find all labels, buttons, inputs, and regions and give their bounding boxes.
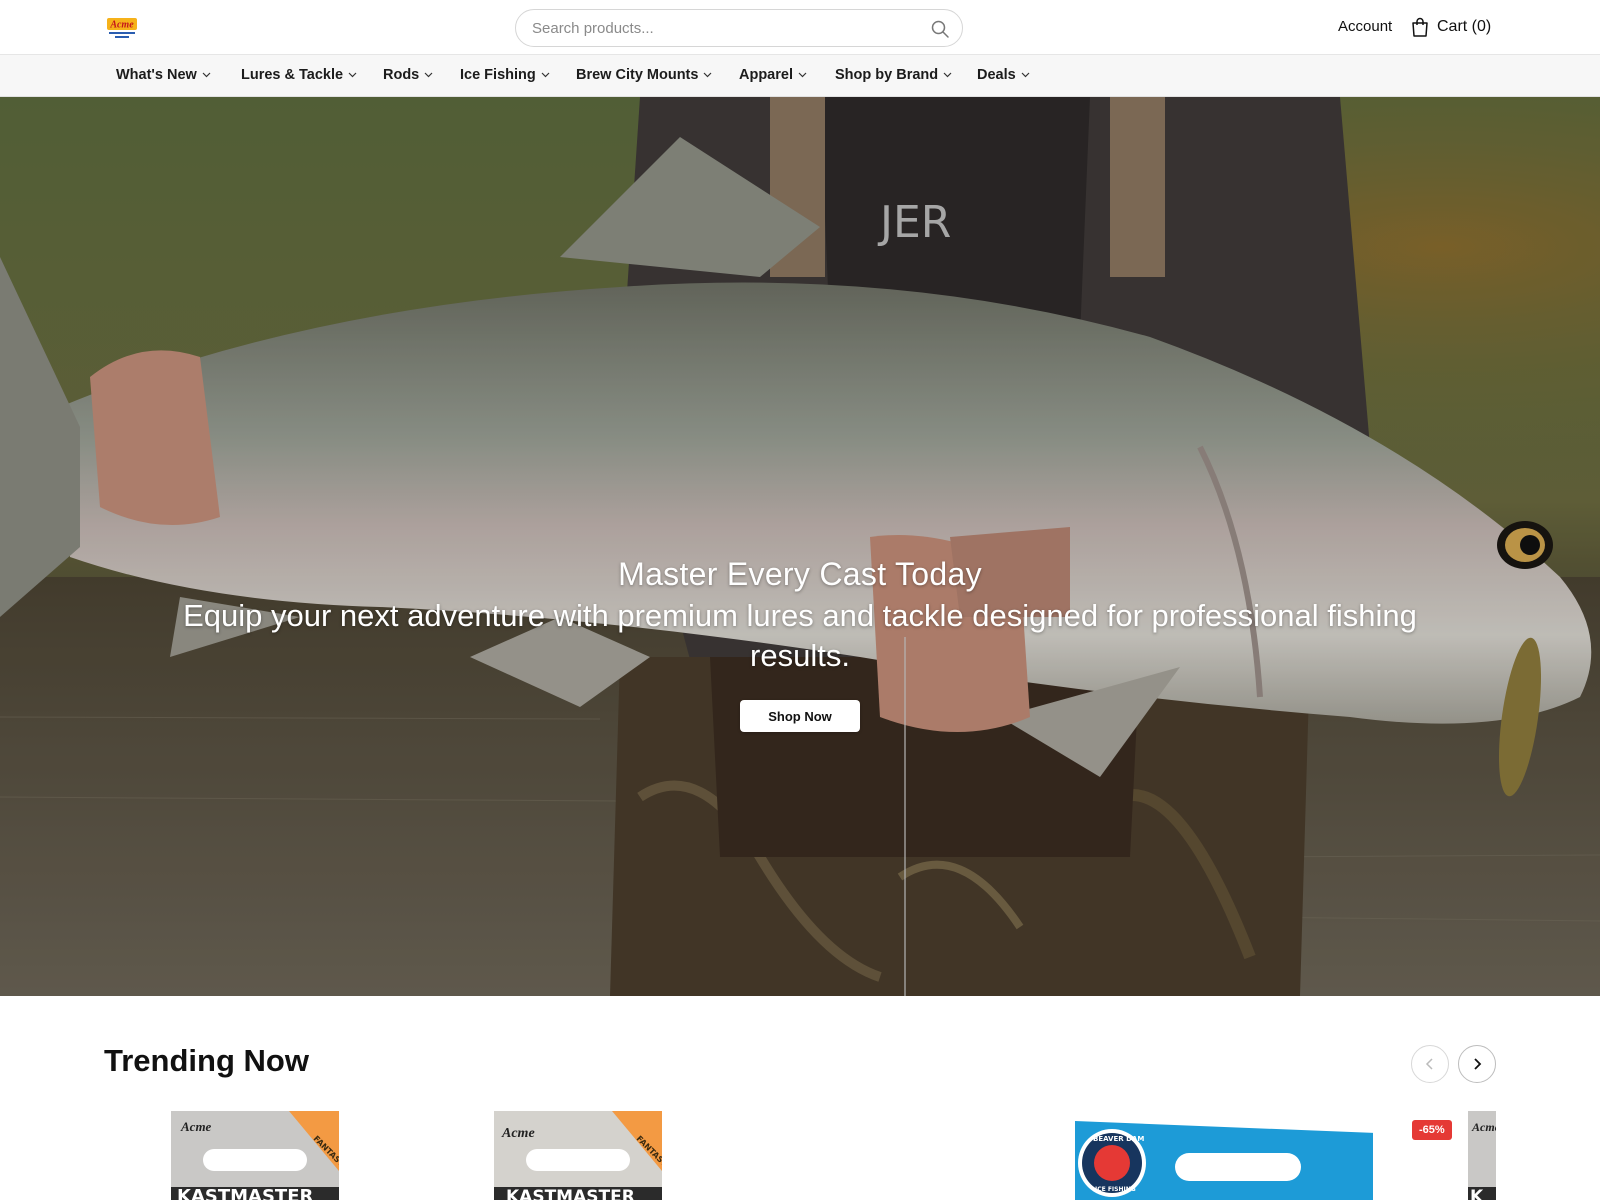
main-nav: What's New Lures & Tackle Rods Ice Fishi… — [0, 55, 1600, 97]
nav-label: Lures & Tackle — [241, 67, 344, 83]
chevron-down-icon — [943, 72, 952, 78]
chevron-down-icon — [202, 72, 211, 78]
nav-item-ice-fishing[interactable]: Ice Fishing — [460, 67, 550, 83]
chevron-down-icon — [798, 72, 807, 78]
product-image: BEAVER DAM ICE FISHING — [1075, 1121, 1373, 1200]
nav-label: Brew City Mounts — [576, 67, 699, 83]
product-name: ICE FISHING — [1095, 1186, 1136, 1193]
cart-button[interactable]: Cart (0) — [1411, 17, 1491, 37]
product-image: FANTASTIC Acme KASTMASTER — [494, 1111, 662, 1200]
hero-subtitle: Equip your next adventure with premium l… — [183, 598, 1417, 673]
chevron-down-icon — [704, 72, 712, 78]
chevron-left-icon — [1425, 1058, 1433, 1070]
logo-text: Acme — [109, 20, 134, 31]
product-card[interactable] — [750, 1108, 1050, 1200]
nav-label: Shop by Brand — [835, 67, 939, 83]
carousel-prev-button[interactable] — [1411, 1045, 1449, 1083]
shopping-bag-icon — [1412, 17, 1428, 37]
hero-title: Master Every Cast Today — [618, 556, 982, 592]
nav-item-apparel[interactable]: Apparel — [739, 67, 807, 83]
product-brand: BEAVER DAM — [1093, 1135, 1144, 1143]
section-title: Trending Now — [104, 1043, 309, 1078]
nav-item-brew-city-mounts[interactable]: Brew City Mounts — [576, 67, 712, 83]
chevron-right-icon — [1474, 1058, 1482, 1070]
site-header: Acme Account Cart (0) — [0, 0, 1600, 55]
product-name: KASTMASTER — [506, 1187, 635, 1200]
hero-image: JER — [0, 97, 1600, 996]
nav-label: Apparel — [739, 67, 793, 83]
product-brand: Acme — [180, 1119, 212, 1134]
search-input[interactable] — [532, 18, 912, 38]
product-image: FANTASTIC Acme KASTMASTER — [171, 1111, 339, 1200]
nav-item-whats-new[interactable]: What's New — [116, 67, 211, 83]
nav-item-deals[interactable]: Deals — [977, 67, 1030, 83]
chevron-down-icon — [348, 72, 357, 78]
nav-label: Rods — [383, 67, 420, 83]
product-card[interactable]: BEAVER DAM ICE FISHING — [1073, 1108, 1373, 1200]
nav-item-lures-tackle[interactable]: Lures & Tackle — [241, 67, 357, 83]
product-brand: Acme — [501, 1126, 535, 1141]
acme-logo[interactable]: Acme — [105, 12, 139, 42]
hero-banner: JER Master Every Cast Today Equip your n… — [0, 97, 1600, 996]
carousel-next-button[interactable] — [1458, 1045, 1496, 1083]
chevron-down-icon — [541, 72, 550, 78]
nav-label: What's New — [116, 67, 197, 83]
nav-label: Ice Fishing — [460, 67, 536, 83]
chevron-down-icon — [424, 72, 433, 78]
search-bar — [515, 9, 963, 47]
nav-item-shop-by-brand[interactable]: Shop by Brand — [835, 67, 952, 83]
cart-label: Cart (0) — [1437, 18, 1492, 35]
product-name: K — [1470, 1187, 1484, 1200]
chevron-down-icon — [1021, 72, 1030, 78]
product-image: Acme K — [1468, 1111, 1496, 1200]
shop-now-button[interactable]: Shop Now — [740, 700, 860, 732]
product-card[interactable]: FANTASTIC Acme KASTMASTER — [426, 1108, 726, 1200]
nav-label: Deals — [977, 67, 1016, 83]
product-name: KASTMASTER — [177, 1186, 314, 1200]
account-link[interactable]: Account — [1338, 18, 1392, 35]
product-brand: Acme — [1471, 1120, 1496, 1134]
search-icon[interactable] — [930, 19, 950, 39]
product-card[interactable]: FANTASTIC Acme KASTMASTER — [103, 1108, 403, 1200]
nav-item-rods[interactable]: Rods — [383, 67, 433, 83]
discount-badge: -65% — [1412, 1120, 1452, 1140]
